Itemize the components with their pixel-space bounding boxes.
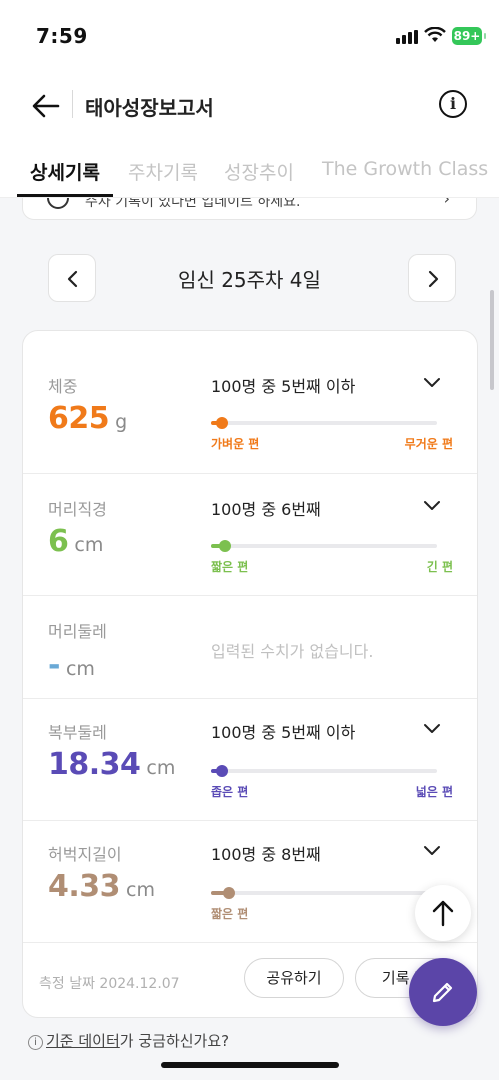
high-label: 넓은 편 (415, 785, 453, 799)
low-label: 좁은 편 (211, 785, 249, 799)
pencil-icon (432, 982, 453, 1003)
tab-growth-class[interactable]: The Growth Class (322, 158, 488, 180)
faq-text: 가 궁금하신가요? (119, 1032, 230, 1050)
percentile-rank: 100명 중 5번째 이하 (211, 377, 356, 396)
value-unit: cm (65, 658, 95, 680)
app-header: 태아성장보고서 i (0, 70, 499, 140)
info-icon[interactable]: i (439, 90, 467, 118)
back-arrow-icon[interactable] (30, 90, 62, 122)
measurement-value: - cm (48, 648, 95, 683)
measurement-label: 복부둘레 (48, 723, 107, 742)
measurement-label: 체중 (48, 377, 78, 396)
measurement-row-weight: 체중 625 g 100명 중 5번째 이하 가벼운 편 무거운 편 (23, 331, 477, 474)
measurement-value: 6 cm (48, 524, 103, 559)
measurement-date: 측정 날짜 2024.12.07 (39, 976, 180, 992)
info-small-icon: i (28, 1035, 43, 1050)
percentile-bar (211, 540, 437, 552)
value-number: - (48, 648, 60, 683)
tab-growth-trend[interactable]: 성장추이 (224, 158, 294, 185)
measurement-value: 4.33 cm (48, 869, 155, 904)
percentile-bar (211, 887, 437, 899)
percentile-marker (223, 887, 236, 899)
wifi-icon (424, 26, 446, 47)
value-unit: cm (74, 534, 104, 556)
measurement-row-head-circumference: 머리둘레 - cm 입력된 수치가 없습니다. (23, 596, 477, 699)
battery-indicator: 89+ (452, 27, 486, 45)
tab-bar: 상세기록 주차기록 성장추이 The Growth Class (0, 140, 499, 198)
notice-text: 주차 기록이 있다면 업데이트 하세요. (85, 198, 301, 210)
chevron-down-icon[interactable] (421, 494, 443, 516)
week-navigator: 임신 25주차 4일 (0, 254, 499, 302)
header-divider (72, 90, 73, 118)
value-number: 6 (48, 524, 69, 559)
measurement-row-abdominal-circumference: 복부둘레 18.34 cm 100명 중 5번째 이하 좁은 편 넓은 편 (23, 699, 477, 821)
status-time: 7:59 (36, 24, 88, 48)
info-circle-icon (47, 198, 69, 209)
measurement-label: 머리직경 (48, 500, 107, 519)
chevron-down-icon[interactable] (421, 371, 443, 393)
percentile-bar (211, 765, 437, 777)
tab-weekly-record[interactable]: 주차기록 (128, 158, 198, 185)
value-number: 4.33 (48, 869, 121, 904)
chevron-down-icon[interactable] (421, 839, 443, 861)
cellular-signal-icon (396, 30, 418, 44)
low-label: 짧은 편 (211, 907, 249, 921)
tab-detail-record[interactable]: 상세기록 (30, 158, 100, 185)
update-notice-banner[interactable]: 주차 기록이 있다면 업데이트 하세요. › (22, 198, 477, 220)
measurement-value: 625 g (48, 401, 127, 436)
active-tab-indicator (17, 194, 113, 197)
home-indicator (161, 1062, 339, 1068)
measurement-value: 18.34 cm (48, 747, 175, 782)
percentile-marker (216, 417, 229, 429)
edit-fab-button[interactable] (409, 958, 477, 1026)
measurement-label: 머리둘레 (48, 622, 107, 641)
high-label: 긴 편 (426, 560, 453, 574)
arrow-up-icon (432, 900, 454, 927)
value-number: 18.34 (48, 747, 141, 782)
measurement-card: 체중 625 g 100명 중 5번째 이하 가벼운 편 무거운 편 머리직경 6… (22, 330, 478, 1018)
value-number: 625 (48, 401, 110, 436)
page-title: 태아성장보고서 (85, 96, 214, 120)
low-label: 짧은 편 (211, 560, 249, 574)
chevron-right-icon: › (443, 198, 450, 208)
chevron-right-icon (428, 270, 439, 288)
scrollbar[interactable] (490, 290, 494, 390)
value-unit: cm (146, 757, 176, 779)
percentile-marker (216, 765, 229, 777)
next-week-button[interactable] (408, 254, 456, 302)
percentile-rank: 100명 중 5번째 이하 (211, 723, 356, 742)
status-bar: 7:59 89+ (0, 0, 499, 70)
scroll-to-top-button[interactable] (415, 885, 471, 941)
reference-data-link[interactable]: 기준 데이터 (46, 1032, 120, 1050)
high-label: 무거운 편 (404, 437, 453, 451)
measurement-label: 허벅지길이 (48, 845, 122, 864)
percentile-rank: 100명 중 6번째 (211, 500, 321, 519)
value-unit: g (115, 411, 128, 433)
chevron-down-icon[interactable] (421, 717, 443, 739)
empty-value-text: 입력된 수치가 없습니다. (211, 642, 374, 661)
share-button[interactable]: 공유하기 (244, 958, 344, 998)
value-unit: cm (126, 879, 155, 901)
percentile-rank: 100명 중 8번째 (211, 845, 321, 864)
content-area[interactable]: 주차 기록이 있다면 업데이트 하세요. › 임신 25주차 4일 체중 625… (0, 198, 499, 1080)
measurement-row-femur-length: 허벅지길이 4.33 cm 100명 중 8번째 짧은 편 (23, 821, 477, 943)
low-label: 가벼운 편 (211, 437, 260, 451)
percentile-marker (218, 540, 231, 552)
percentile-bar (211, 417, 437, 429)
reference-data-faq: i 기준 데이터가 궁금하신가요? (28, 1030, 229, 1051)
measurement-row-head-diameter: 머리직경 6 cm 100명 중 6번째 짧은 편 긴 편 (23, 474, 477, 596)
